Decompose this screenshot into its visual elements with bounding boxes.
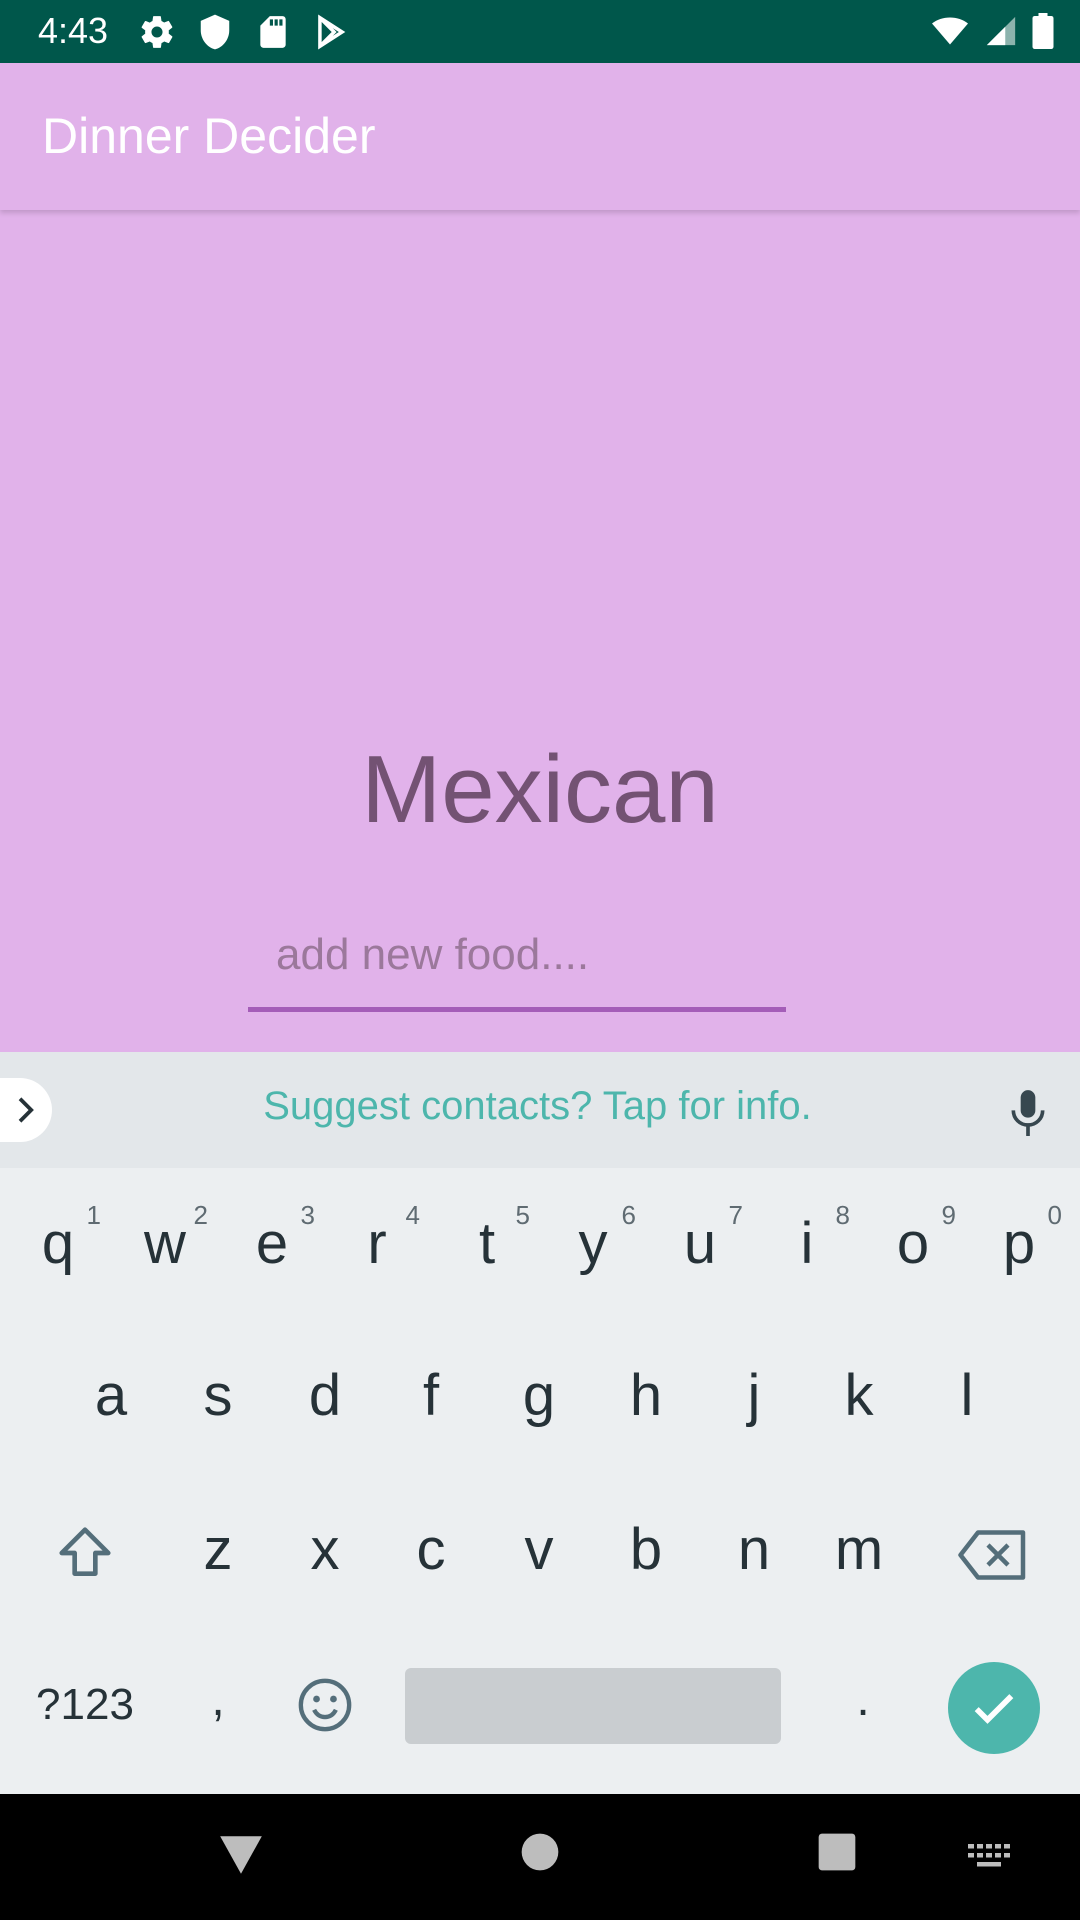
- key-c[interactable]: c: [378, 1516, 484, 1606]
- add-food-input[interactable]: [248, 910, 786, 1000]
- key-hint: 8: [835, 1200, 850, 1230]
- space-key[interactable]: [405, 1668, 781, 1744]
- key-s[interactable]: s: [165, 1362, 271, 1452]
- key-label: q: [41, 1211, 75, 1276]
- status-bar: 4:43: [0, 0, 1080, 63]
- key-t[interactable]: t5: [434, 1200, 540, 1300]
- suggestion-text[interactable]: Suggest contacts? Tap for info.: [0, 1084, 1075, 1129]
- selected-food-label: Mexican: [361, 736, 719, 843]
- key-label: i: [800, 1211, 814, 1276]
- recents-icon[interactable]: [817, 1832, 857, 1877]
- battery-icon: [1032, 13, 1054, 54]
- done-key[interactable]: [948, 1662, 1040, 1754]
- key-label: o: [896, 1211, 930, 1276]
- status-time: 4:43: [38, 10, 109, 51]
- key-v[interactable]: v: [486, 1516, 592, 1606]
- key-label: t: [478, 1211, 496, 1276]
- shield-icon: [196, 13, 234, 56]
- suggestion-strip: Suggest contacts? Tap for info.: [0, 1052, 1080, 1168]
- home-icon[interactable]: [520, 1832, 560, 1877]
- key-k[interactable]: k: [806, 1362, 912, 1452]
- key-label: r: [367, 1211, 387, 1276]
- key-o[interactable]: o9: [860, 1200, 966, 1300]
- main-content: Mexican: [0, 210, 1080, 1052]
- key-f[interactable]: f: [378, 1362, 484, 1452]
- key-u[interactable]: u7: [647, 1200, 753, 1300]
- soft-keyboard: Suggest contacts? Tap for info. q1 w2 e3…: [0, 1052, 1080, 1794]
- play-store-icon: [312, 13, 350, 56]
- shift-key[interactable]: [32, 1516, 138, 1606]
- key-w[interactable]: w2: [112, 1200, 218, 1300]
- key-i[interactable]: i8: [754, 1200, 860, 1300]
- check-icon: [974, 1694, 1014, 1724]
- key-n[interactable]: n: [701, 1516, 807, 1606]
- key-m[interactable]: m: [806, 1516, 912, 1606]
- backspace-key[interactable]: [940, 1516, 1046, 1606]
- symbols-key[interactable]: ?123: [20, 1672, 150, 1762]
- key-l[interactable]: l: [914, 1362, 1020, 1452]
- backspace-icon: [958, 1530, 1026, 1580]
- microphone-icon[interactable]: [1006, 1088, 1050, 1145]
- key-label: p: [1002, 1211, 1036, 1276]
- sd-card-icon: [254, 13, 292, 56]
- shift-icon: [59, 1527, 111, 1576]
- key-e[interactable]: e3: [219, 1200, 325, 1300]
- key-hint: 5: [515, 1200, 530, 1230]
- period-key[interactable]: .: [810, 1672, 916, 1762]
- key-hint: 2: [193, 1200, 208, 1230]
- key-r[interactable]: r4: [324, 1200, 430, 1300]
- key-g[interactable]: g: [486, 1362, 592, 1452]
- signal-icon: [984, 13, 1018, 54]
- emoji-icon: [298, 1678, 352, 1732]
- comma-key[interactable]: ,: [165, 1672, 271, 1762]
- app-title: Dinner Decider: [42, 108, 376, 164]
- back-icon[interactable]: [216, 1832, 266, 1883]
- food-input-container[interactable]: [248, 910, 786, 1012]
- key-h[interactable]: h: [593, 1362, 699, 1452]
- key-hint: 6: [621, 1200, 636, 1230]
- key-p[interactable]: p0: [966, 1200, 1072, 1300]
- system-nav-bar: [0, 1794, 1080, 1920]
- key-label: w: [144, 1211, 186, 1276]
- gear-icon: [138, 13, 176, 56]
- key-d[interactable]: d: [272, 1362, 378, 1452]
- key-hint: 0: [1047, 1200, 1062, 1230]
- key-hint: 3: [300, 1200, 315, 1230]
- key-y[interactable]: y6: [540, 1200, 646, 1300]
- wifi-icon: [930, 13, 970, 54]
- food-input-underline: [248, 1007, 786, 1012]
- key-label: e: [255, 1211, 289, 1276]
- key-z[interactable]: z: [165, 1516, 271, 1606]
- key-hint: 7: [728, 1200, 743, 1230]
- key-j[interactable]: j: [701, 1362, 807, 1452]
- key-hint: 1: [86, 1200, 101, 1230]
- key-b[interactable]: b: [593, 1516, 699, 1606]
- key-hint: 4: [405, 1200, 420, 1230]
- key-hint: 9: [941, 1200, 956, 1230]
- key-q[interactable]: q1: [5, 1200, 111, 1300]
- key-a[interactable]: a: [58, 1362, 164, 1452]
- key-label: y: [578, 1211, 608, 1276]
- app-bar: Dinner Decider: [0, 63, 1080, 210]
- key-label: u: [683, 1211, 717, 1276]
- key-x[interactable]: x: [272, 1516, 378, 1606]
- emoji-key[interactable]: [272, 1672, 378, 1762]
- keyboard-switch-icon[interactable]: [968, 1844, 1010, 1873]
